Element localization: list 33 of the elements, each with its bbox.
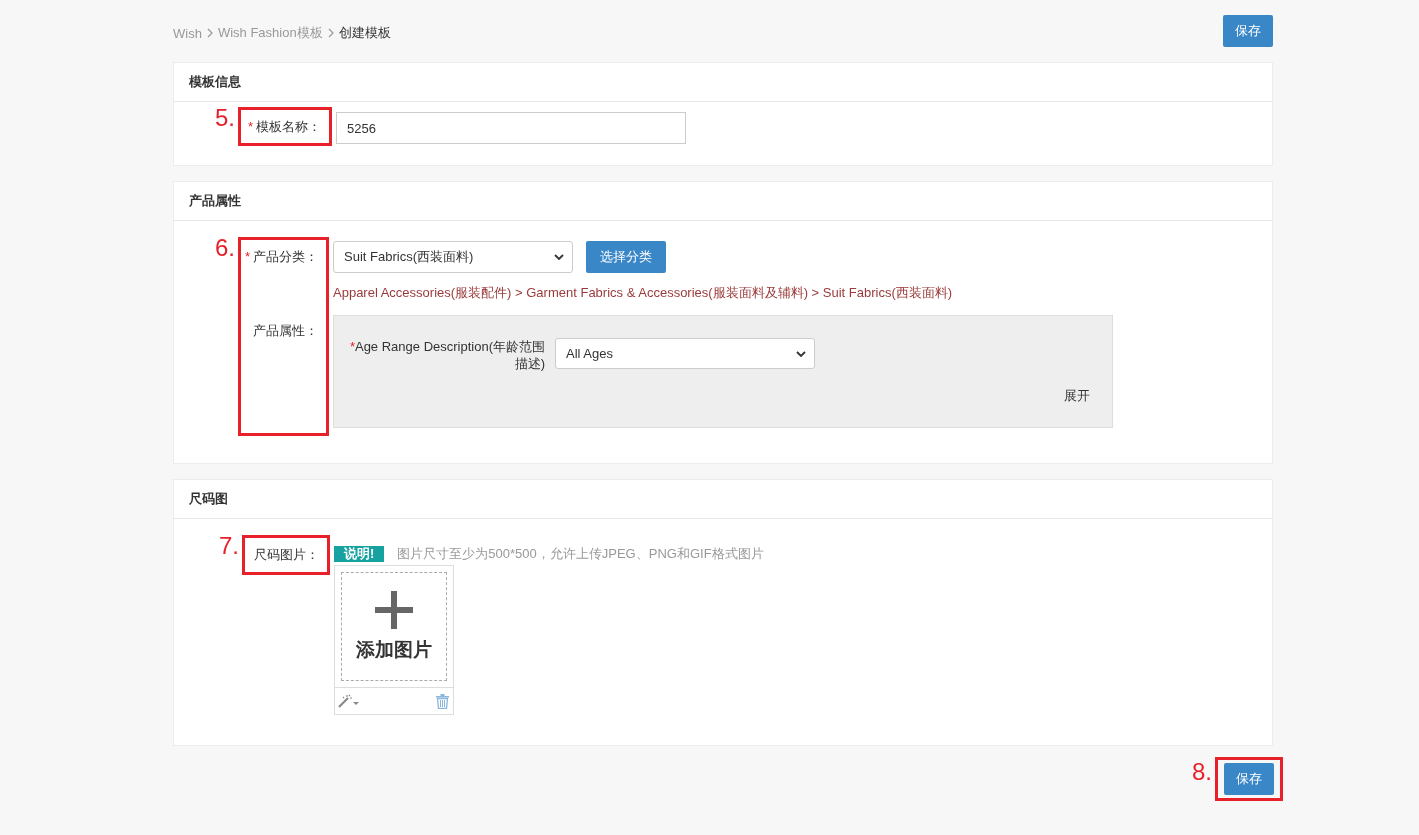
add-image-button[interactable]: 添加图片 (341, 572, 447, 681)
attribute-label: *Age Range Description(年龄范围描述) (348, 338, 545, 372)
select-category-button[interactable]: 选择分类 (586, 241, 666, 273)
required-mark: * (247, 119, 253, 134)
annotation-number: 6. (215, 234, 235, 262)
plus-icon (375, 590, 413, 629)
section-title: 产品属性 (174, 182, 1272, 221)
field-label: 模板名称： (256, 117, 321, 136)
save-button[interactable]: 保存 (1224, 763, 1274, 795)
chevron-right-icon (206, 28, 213, 38)
expand-link[interactable]: 展开 (1064, 387, 1090, 405)
dropdown[interactable]: All Ages (555, 338, 815, 369)
category-path: Apparel Accessories(服装配件) > Garment Fabrics & Accessories(服装面料及辅料) > Suit Fabrics(西装面料) (333, 284, 954, 302)
save-button[interactable]: 保存 (1223, 15, 1273, 47)
magic-wand-icon[interactable] (337, 694, 359, 708)
trash-icon[interactable] (436, 693, 449, 709)
required-mark: * (244, 249, 250, 264)
annotation-number: 7. (219, 532, 239, 560)
section-title: 尺码图 (174, 480, 1272, 519)
input-field[interactable]: 5256 (336, 112, 686, 144)
info-badge: 说明! (334, 546, 385, 562)
section-title: 模板信息 (174, 63, 1272, 102)
chevron-right-icon (327, 28, 334, 38)
breadcrumb-item: 创建模板 (338, 24, 391, 42)
annotation-number: 8. (1192, 758, 1212, 786)
hint-text: 图片尺寸至少为500*500，允许上传JPEG、PNG和GIF格式图片 (397, 545, 764, 563)
dropdown[interactable]: Suit Fabrics(西装面料) (333, 241, 573, 273)
annotation-number: 5. (215, 104, 235, 132)
caret-icon (796, 350, 806, 357)
caret-icon (554, 254, 564, 260)
field-label: 产品属性： (253, 322, 318, 340)
field-label: 尺码图片： (254, 546, 319, 564)
field-label: 产品分类： (253, 247, 318, 266)
